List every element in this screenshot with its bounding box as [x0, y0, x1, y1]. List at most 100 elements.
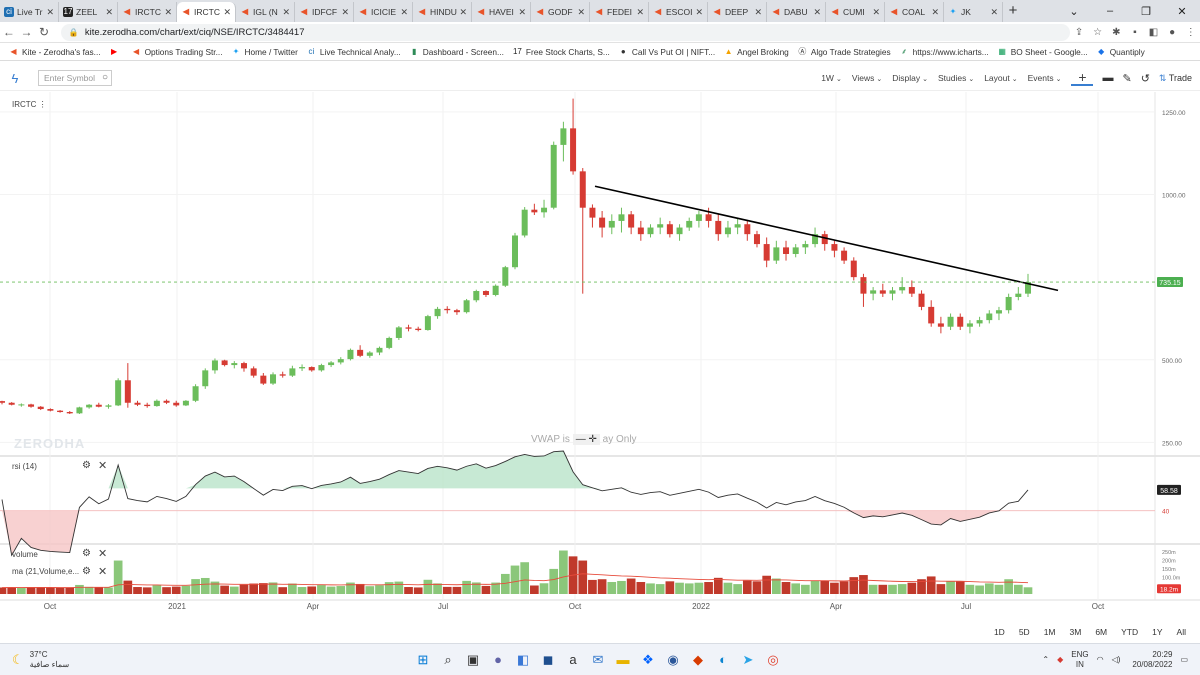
chevron-up-icon[interactable]: ⌃: [1042, 655, 1049, 664]
close-window-icon[interactable]: ✕: [1164, 5, 1200, 18]
new-tab-icon[interactable]: +: [1003, 2, 1023, 22]
tab-close-icon[interactable]: ✕: [990, 7, 998, 18]
browser-tab-4[interactable]: ◀ IGL (N ✕: [236, 2, 295, 22]
office-icon[interactable]: ◆: [687, 650, 709, 670]
pencil-icon[interactable]: ✎: [1122, 72, 1131, 85]
reload-icon[interactable]: ↻: [35, 25, 53, 39]
bookmark-2[interactable]: ◀ Options Trading Str...: [132, 47, 223, 57]
tab-close-icon[interactable]: ✕: [164, 7, 172, 18]
windows-start-icon[interactable]: ⊞: [412, 650, 434, 670]
tab-close-icon[interactable]: ✕: [577, 7, 585, 18]
app-icon[interactable]: ◉: [662, 650, 684, 670]
undo-icon[interactable]: ↺: [1141, 72, 1150, 85]
bookmark-0[interactable]: ◀ Kite - Zerodha's fas...: [9, 47, 100, 57]
antivirus-icon[interactable]: ◆: [1057, 655, 1063, 664]
wifi-icon[interactable]: ◠: [1097, 655, 1104, 664]
tab-close-icon[interactable]: ✕: [754, 7, 762, 18]
lightning-icon[interactable]: ϟ: [0, 71, 30, 86]
menu-icon[interactable]: ⋮: [1181, 27, 1200, 38]
display-dropdown[interactable]: Display ⌄: [892, 73, 928, 83]
star-icon[interactable]: ☆: [1088, 27, 1107, 38]
range-1y[interactable]: 1Y: [1152, 627, 1162, 637]
bookmark-11[interactable]: ▦ BO Sheet - Google...: [998, 47, 1087, 57]
bookmark-5[interactable]: ▮ Dashboard - Screen...: [410, 47, 504, 57]
forward-icon[interactable]: →: [18, 25, 36, 39]
ma-gear-icon[interactable]: ⚙: [82, 566, 91, 577]
url-field[interactable]: 🔒 kite.zerodha.com/chart/ext/ciq/NSE/IRC…: [60, 23, 1070, 41]
task-view-icon[interactable]: ▣: [462, 650, 484, 670]
notification-icon[interactable]: ▭: [1180, 655, 1188, 664]
chart-area[interactable]: Oct 2021 Apr Jul Oct 2022 Apr Jul Oct 1250.00 1000…: [0, 92, 1200, 642]
volume-icon[interactable]: ◁): [1112, 655, 1121, 664]
tab-close-icon[interactable]: ✕: [459, 7, 467, 18]
folder-icon[interactable]: ▬: [612, 650, 634, 670]
dropbox-icon[interactable]: ❖: [637, 650, 659, 670]
ma-close-icon[interactable]: ✕: [98, 565, 107, 578]
browser-tab-8[interactable]: ◀ HAVEI ✕: [472, 2, 531, 22]
amazon-icon[interactable]: a: [562, 650, 584, 670]
chrome-icon[interactable]: ◎: [762, 650, 784, 670]
bookmark-6[interactable]: 17 Free Stock Charts, S...: [513, 47, 610, 57]
language-indicator[interactable]: ENG IN: [1071, 650, 1088, 670]
bookmark-12[interactable]: ◆ Quantiply: [1097, 47, 1145, 57]
range-ytd[interactable]: YTD: [1121, 627, 1138, 637]
extension-icon[interactable]: ✱: [1107, 27, 1126, 38]
profile-avatar-icon[interactable]: ●: [1163, 27, 1182, 38]
tab-close-icon[interactable]: ✕: [636, 7, 644, 18]
bookmark-9[interactable]: Ⓐ Algo Trade Strategies: [798, 47, 890, 57]
layout-dropdown[interactable]: Layout ⌄: [984, 73, 1017, 83]
range-3m[interactable]: 3M: [1070, 627, 1082, 637]
browser-tab-12[interactable]: ◀ DEEP ✕: [708, 2, 767, 22]
volume-gear-icon[interactable]: ⚙: [82, 548, 91, 559]
bookmark-1[interactable]: ▶: [110, 47, 123, 56]
widgets-icon[interactable]: ◧: [512, 650, 534, 670]
bookmark-4[interactable]: ci Live Technical Analy...: [307, 47, 400, 57]
browser-tab-7[interactable]: ◀ HINDU ✕: [413, 2, 472, 22]
browser-tab-15[interactable]: ◀ COAL ✕: [885, 2, 944, 22]
crosshair-icon[interactable]: +: [1071, 70, 1094, 86]
browser-tab-6[interactable]: ◀ ICICIE ✕: [354, 2, 413, 22]
sidepanel-icon[interactable]: ◧: [1144, 27, 1163, 38]
bookmark-10[interactable]: ⸙ https://www.icharts...: [900, 47, 989, 57]
range-1m[interactable]: 1M: [1044, 627, 1056, 637]
search-icon[interactable]: ⌕: [437, 650, 459, 670]
clock[interactable]: 20:29 20/08/2022: [1132, 650, 1172, 670]
chevron-down-icon[interactable]: ⌄: [1056, 5, 1092, 18]
tab-close-icon[interactable]: ✕: [518, 7, 526, 18]
tab-close-icon[interactable]: ✕: [105, 7, 113, 18]
edge-icon[interactable]: ◐: [712, 650, 734, 670]
tab-close-icon[interactable]: ✕: [400, 7, 408, 18]
tab-close-icon[interactable]: ✕: [872, 7, 880, 18]
share-icon[interactable]: ⇪: [1070, 27, 1089, 38]
browser-tab-1[interactable]: 17 ZEEL ✕: [59, 2, 118, 22]
comment-icon[interactable]: ▬: [1102, 72, 1113, 84]
rsi-close-icon[interactable]: ✕: [98, 459, 107, 472]
chat-icon[interactable]: ●: [487, 650, 509, 670]
store-icon[interactable]: ◼: [537, 650, 559, 670]
browser-tab-14[interactable]: ◀ CUMI ✕: [826, 2, 885, 22]
tab-close-icon[interactable]: ✕: [46, 7, 54, 18]
search-icon[interactable]: ○: [102, 72, 108, 83]
browser-tab-13[interactable]: ◀ DABU ✕: [767, 2, 826, 22]
bookmark-3[interactable]: ✦ Home / Twitter: [232, 47, 298, 57]
range-5d[interactable]: 5D: [1019, 627, 1030, 637]
telegram-icon[interactable]: ➤: [737, 650, 759, 670]
volume-close-icon[interactable]: ✕: [98, 547, 107, 560]
browser-tab-0[interactable]: ci Live Tr ✕: [0, 2, 59, 22]
range-6m[interactable]: 6M: [1095, 627, 1107, 637]
range-all[interactable]: All: [1177, 627, 1186, 637]
tab-close-icon[interactable]: ✕: [695, 7, 703, 18]
puzzle-icon[interactable]: ▪: [1126, 27, 1145, 38]
browser-tab-11[interactable]: ◀ ESCOI ✕: [649, 2, 708, 22]
browser-tab-10[interactable]: ◀ FEDEI ✕: [590, 2, 649, 22]
bookmark-8[interactable]: ▲ Angel Broking: [724, 47, 789, 57]
browser-tab-2[interactable]: ◀ IRCTC ✕: [118, 2, 177, 22]
weather-widget[interactable]: ☾ 37°C سماء صافية: [12, 650, 69, 670]
browser-tab-5[interactable]: ◀ IDFCF ✕: [295, 2, 354, 22]
tab-close-icon[interactable]: ✕: [341, 7, 349, 18]
symbol-label[interactable]: IRCTC ⋮: [12, 100, 47, 109]
chart-svg[interactable]: Oct 2021 Apr Jul Oct 2022 Apr Jul Oct 1250.00 1000…: [0, 92, 1200, 622]
events-dropdown[interactable]: Events ⌄: [1028, 73, 1062, 83]
tab-close-icon[interactable]: ✕: [931, 7, 939, 18]
symbol-search-input[interactable]: Enter Symbol ○: [38, 70, 112, 86]
